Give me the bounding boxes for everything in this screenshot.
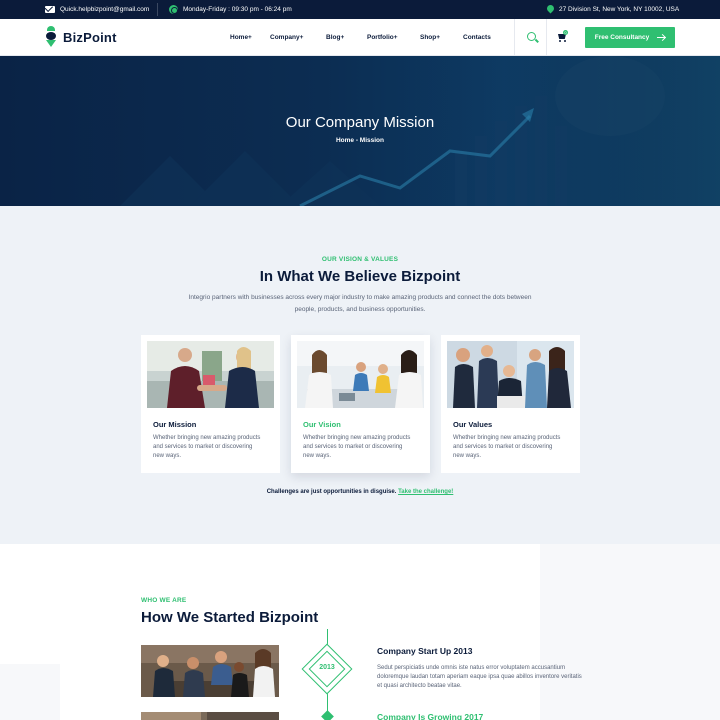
card-text: Whether bringing new amazing products an… bbox=[303, 435, 411, 459]
card-text: Whether bringing new amazing products an… bbox=[153, 435, 261, 459]
brand-name: BizPoint bbox=[63, 29, 117, 45]
business-hours: Monday-Friday : 09:30 pm - 06:24 pm bbox=[169, 0, 292, 19]
card-our-mission[interactable]: Our Mission Whether bringing new amazing… bbox=[141, 335, 280, 473]
divider bbox=[157, 3, 158, 16]
email-contact[interactable]: Quick.helpbizpoint@gmail.com bbox=[45, 0, 149, 19]
vision-values-section: OUR VISION & VALUES In What We Believe B… bbox=[0, 206, 720, 544]
page-title: Our Company Mission bbox=[285, 114, 435, 131]
logo-icon bbox=[44, 26, 58, 48]
search-icon[interactable] bbox=[527, 32, 536, 41]
section-intro: Integrio partners with businesses across… bbox=[188, 294, 532, 313]
card-title: Our Values bbox=[453, 420, 493, 429]
top-info-bar: Quick.helpbizpoint@gmail.com Monday-Frid… bbox=[0, 0, 720, 19]
address-text: 27 Division St, New York, NY 10002, USA bbox=[559, 6, 680, 13]
team-photo-2017 bbox=[141, 712, 279, 720]
section-title: In What We Believe Bizpoint bbox=[259, 268, 461, 285]
card-title: Our Mission bbox=[153, 420, 197, 429]
free-consultancy-button[interactable]: Free Consultancy bbox=[585, 27, 675, 48]
challenge-tagline: Challenges are just opportunities in dis… bbox=[0, 489, 720, 495]
background-decoration bbox=[0, 544, 720, 720]
logo[interactable]: BizPoint bbox=[44, 26, 117, 48]
clock-icon bbox=[169, 5, 178, 14]
email-text[interactable]: Quick.helpbizpoint@gmail.com bbox=[60, 6, 149, 13]
nav-item-shop[interactable]: Shop+ bbox=[420, 34, 440, 41]
arrow-right-icon bbox=[657, 36, 666, 39]
divider bbox=[546, 19, 547, 56]
card-text: Whether bringing new amazing products an… bbox=[453, 435, 561, 459]
nav-item-company[interactable]: Company+ bbox=[270, 34, 303, 41]
timeline-entry-text: Sedut perspiciatis unde omnis iste natus… bbox=[377, 665, 582, 689]
cta-label: Free Consultancy bbox=[594, 34, 650, 41]
hours-text: Monday-Friday : 09:30 pm - 06:24 pm bbox=[183, 6, 292, 13]
nav-item-blog[interactable]: Blog+ bbox=[326, 34, 344, 41]
map-pin-icon bbox=[547, 5, 554, 14]
section-eyebrow: WHO WE ARE bbox=[141, 597, 187, 604]
team-collaboration-photo bbox=[447, 341, 574, 408]
timeline-entry-title: Company Start Up 2013 bbox=[377, 646, 473, 656]
hero-growth-chart-graphic bbox=[120, 56, 720, 206]
divider bbox=[514, 19, 515, 56]
take-the-challenge-link[interactable]: Take the challenge! bbox=[398, 489, 453, 495]
company-history-section: WHO WE ARE How We Started Bizpoint 2013 … bbox=[0, 544, 720, 720]
handshake-photo bbox=[147, 341, 274, 408]
nav-item-contacts[interactable]: Contacts bbox=[463, 34, 491, 41]
breadcrumb[interactable]: Home - Mission bbox=[0, 137, 720, 144]
mail-icon bbox=[45, 6, 55, 13]
cart-count-badge: 0 bbox=[563, 30, 568, 35]
timeline-entry-title: Company Is Growing 2017 bbox=[377, 712, 484, 720]
team-photo-2013 bbox=[141, 645, 279, 697]
team-meeting-photo bbox=[297, 341, 424, 408]
tagline-text: Challenges are just opportunities in dis… bbox=[266, 489, 397, 495]
section-title: How We Started Bizpoint bbox=[141, 609, 319, 626]
address: 27 Division St, New York, NY 10002, USA bbox=[547, 0, 679, 19]
page-hero-banner: Our Company Mission Home - Mission bbox=[0, 56, 720, 206]
section-eyebrow: OUR VISION & VALUES bbox=[321, 256, 399, 263]
timeline-year: 2013 bbox=[319, 664, 335, 671]
site-header: BizPoint Home+ Company+ Blog+ Portfolio+… bbox=[0, 19, 720, 56]
card-our-values[interactable]: Our Values Whether bringing new amazing … bbox=[441, 335, 580, 473]
nav-item-home[interactable]: Home+ bbox=[230, 34, 252, 41]
card-title: Our Vision bbox=[303, 420, 341, 429]
nav-item-portfolio[interactable]: Portfolio+ bbox=[367, 34, 398, 41]
card-our-vision[interactable]: Our Vision Whether bringing new amazing … bbox=[291, 335, 430, 473]
